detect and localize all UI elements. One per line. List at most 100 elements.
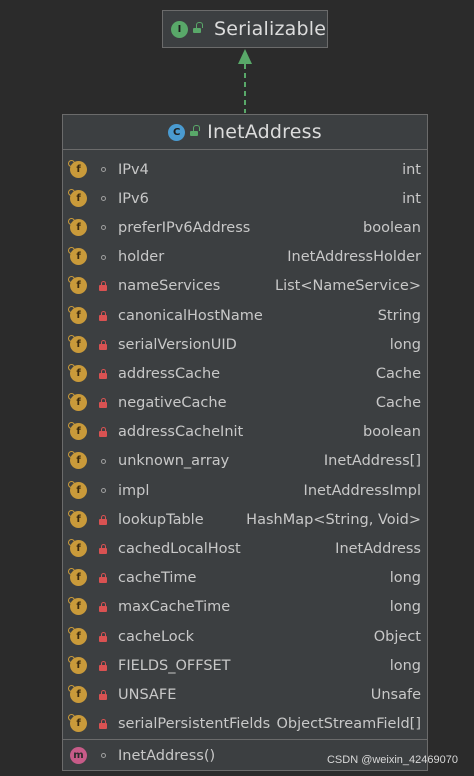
field-icon: f xyxy=(70,452,87,470)
field-row[interactable]: f IPv4 int xyxy=(63,155,427,184)
interface-name: Serializable xyxy=(214,18,327,40)
field-type: List<NameService> xyxy=(274,278,421,295)
field-row[interactable]: f impl InetAddressImpl xyxy=(63,476,427,505)
field-icon-group: f xyxy=(68,159,96,180)
field-type: InetAddress[] xyxy=(323,453,421,470)
field-type: ObjectStreamField[] xyxy=(276,716,421,733)
field-icon: f xyxy=(70,627,87,645)
private-lock-icon xyxy=(96,542,110,556)
private-lock-icon xyxy=(96,717,110,731)
field-type: long xyxy=(389,657,421,674)
public-unlock-icon xyxy=(190,125,201,136)
class-name: InetAddress xyxy=(207,121,322,143)
field-icon-group: f xyxy=(68,422,96,442)
field-icon: f xyxy=(70,306,87,324)
field-row[interactable]: f UNSAFE Unsafe xyxy=(63,680,427,709)
field-icon: f xyxy=(70,335,87,353)
field-icon: f xyxy=(70,189,87,207)
field-icon-group: f xyxy=(68,509,96,530)
field-type: InetAddressImpl xyxy=(303,482,421,499)
private-lock-icon xyxy=(96,659,110,673)
field-name: serialPersistentFields xyxy=(118,716,271,733)
field-icon-group: f xyxy=(68,393,96,413)
field-name: addressCacheInit xyxy=(118,424,244,441)
field-icon-group: f xyxy=(68,363,96,384)
field-row[interactable]: f IPv6 int xyxy=(63,184,427,213)
private-lock-icon xyxy=(96,279,110,293)
field-row[interactable]: f holder InetAddressHolder xyxy=(63,243,427,272)
field-icon-group: f xyxy=(68,714,96,734)
field-icon-group: f xyxy=(68,451,96,471)
field-icon-group: f xyxy=(68,539,96,559)
field-icon: f xyxy=(70,510,87,528)
field-name: maxCacheTime xyxy=(118,599,231,616)
field-row[interactable]: f unknown_array InetAddress[] xyxy=(63,447,427,476)
field-type: String xyxy=(377,307,421,324)
field-row[interactable]: f FIELDS_OFFSET long xyxy=(63,651,427,680)
class-header: C InetAddress xyxy=(63,115,427,150)
field-row[interactable]: f cachedLocalHost InetAddress xyxy=(63,534,427,563)
field-name: nameServices xyxy=(118,278,221,295)
field-icon-group: f xyxy=(68,655,96,676)
field-name: lookupTable xyxy=(118,511,204,528)
field-type: InetAddress xyxy=(335,541,421,558)
field-icon: f xyxy=(70,656,87,674)
private-lock-icon xyxy=(96,600,110,614)
field-type: boolean xyxy=(363,219,421,236)
package-dot-icon xyxy=(96,454,110,468)
class-node-inetaddress[interactable]: C InetAddress f IPv4 int f IPv6 int f preferIPv… xyxy=(62,114,428,771)
field-icon: f xyxy=(70,598,87,616)
field-icon-group: f xyxy=(68,684,96,705)
field-icon: f xyxy=(70,540,87,558)
private-lock-icon xyxy=(96,338,110,352)
field-icon: f xyxy=(70,364,87,382)
field-type: long xyxy=(389,599,421,616)
field-name: unknown_array xyxy=(118,453,230,470)
public-unlock-icon xyxy=(193,22,203,33)
interface-node-serializable[interactable]: I Serializable xyxy=(162,10,328,48)
package-dot-icon xyxy=(96,250,110,264)
method-icon-group: m xyxy=(68,746,96,766)
private-lock-icon xyxy=(96,396,110,410)
field-icon: f xyxy=(70,685,87,703)
field-row[interactable]: f addressCacheInit boolean xyxy=(63,418,427,447)
field-row[interactable]: f lookupTable HashMap<String, Void> xyxy=(63,505,427,534)
package-dot-icon xyxy=(96,484,110,498)
field-row[interactable]: f maxCacheTime long xyxy=(63,593,427,622)
field-icon-group: f xyxy=(68,247,96,267)
implements-arrow-head xyxy=(238,49,252,64)
field-name: serialVersionUID xyxy=(118,336,237,353)
field-icon: f xyxy=(70,218,87,236)
private-lock-icon xyxy=(96,571,110,585)
private-lock-icon xyxy=(96,367,110,381)
private-lock-icon xyxy=(96,630,110,644)
field-row[interactable]: f preferIPv6Address boolean xyxy=(63,213,427,242)
field-type: int xyxy=(402,161,421,178)
field-icon-group: f xyxy=(68,188,96,209)
field-name: FIELDS_OFFSET xyxy=(118,657,231,674)
private-lock-icon xyxy=(96,309,110,323)
package-dot-icon xyxy=(96,192,110,206)
field-row[interactable]: f cacheTime long xyxy=(63,564,427,593)
field-type: boolean xyxy=(363,424,421,441)
field-name: holder xyxy=(118,249,165,266)
field-type: InetAddressHolder xyxy=(287,249,421,266)
private-lock-icon xyxy=(96,688,110,702)
field-row[interactable]: f canonicalHostName String xyxy=(63,301,427,330)
field-icon-group: f xyxy=(68,568,96,588)
field-type: int xyxy=(402,190,421,207)
field-row[interactable]: f serialVersionUID long xyxy=(63,330,427,359)
field-icon: f xyxy=(70,569,87,587)
field-icon-group: f xyxy=(68,217,96,238)
field-row[interactable]: f nameServices List<NameService> xyxy=(63,272,427,301)
field-name: canonicalHostName xyxy=(118,307,263,324)
field-type: Object xyxy=(373,628,421,645)
field-row[interactable]: f cacheLock Object xyxy=(63,622,427,651)
field-row[interactable]: f serialPersistentFields ObjectStreamField… xyxy=(63,710,427,739)
field-row[interactable]: f negativeCache Cache xyxy=(63,389,427,418)
field-name: IPv6 xyxy=(118,190,149,207)
field-type: long xyxy=(389,570,421,587)
field-row[interactable]: f addressCache Cache xyxy=(63,359,427,388)
private-lock-icon xyxy=(96,425,110,439)
field-icon-group: f xyxy=(68,480,96,501)
